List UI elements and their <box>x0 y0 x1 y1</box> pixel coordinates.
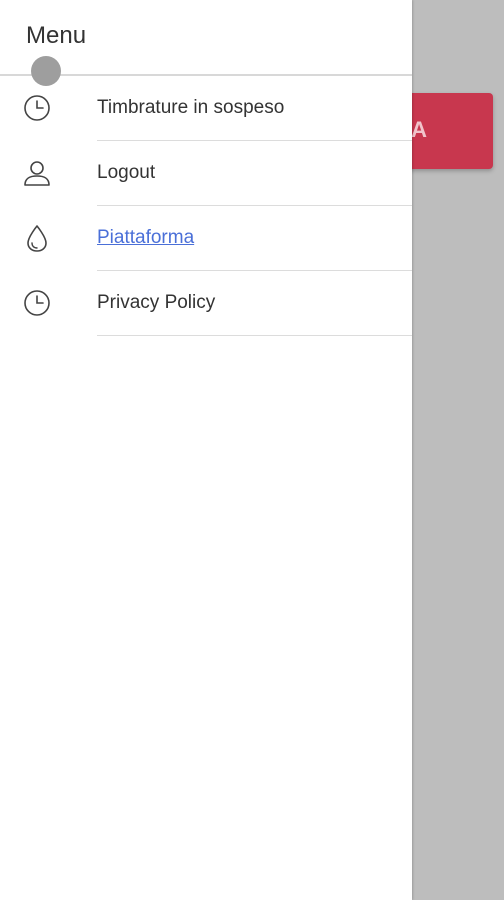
touch-indicator <box>31 56 61 86</box>
menu-item-label: Privacy Policy <box>97 292 216 313</box>
clock-icon <box>22 93 52 123</box>
piattaforma-link[interactable]: Piattaforma <box>97 227 194 249</box>
clock-icon <box>22 288 52 318</box>
menu-item-logout[interactable]: Logout <box>0 141 412 206</box>
menu-item-timbrature-in-sospeso[interactable]: Timbrature in sospeso <box>0 76 412 141</box>
menu-item-label: Logout <box>97 162 156 183</box>
background-action-button-label: A <box>411 117 427 142</box>
menu-item-piattaforma[interactable]: Piattaforma <box>0 206 412 271</box>
navigation-drawer: Menu Timbrature in sospeso Logout Piatta… <box>0 0 412 900</box>
water-drop-icon <box>22 223 52 253</box>
drawer-menu-list: Timbrature in sospeso Logout Piattaforma <box>0 76 412 336</box>
menu-item-label: Timbrature in sospeso <box>97 97 285 118</box>
user-icon <box>22 158 52 188</box>
menu-item-privacy-policy[interactable]: Privacy Policy <box>0 271 412 336</box>
drawer-header: Menu <box>0 0 412 76</box>
app-screen: A Menu Timbrature in sospeso Logout Piat… <box>0 0 504 900</box>
menu-divider <box>97 335 412 336</box>
drawer-title: Menu <box>26 22 87 49</box>
